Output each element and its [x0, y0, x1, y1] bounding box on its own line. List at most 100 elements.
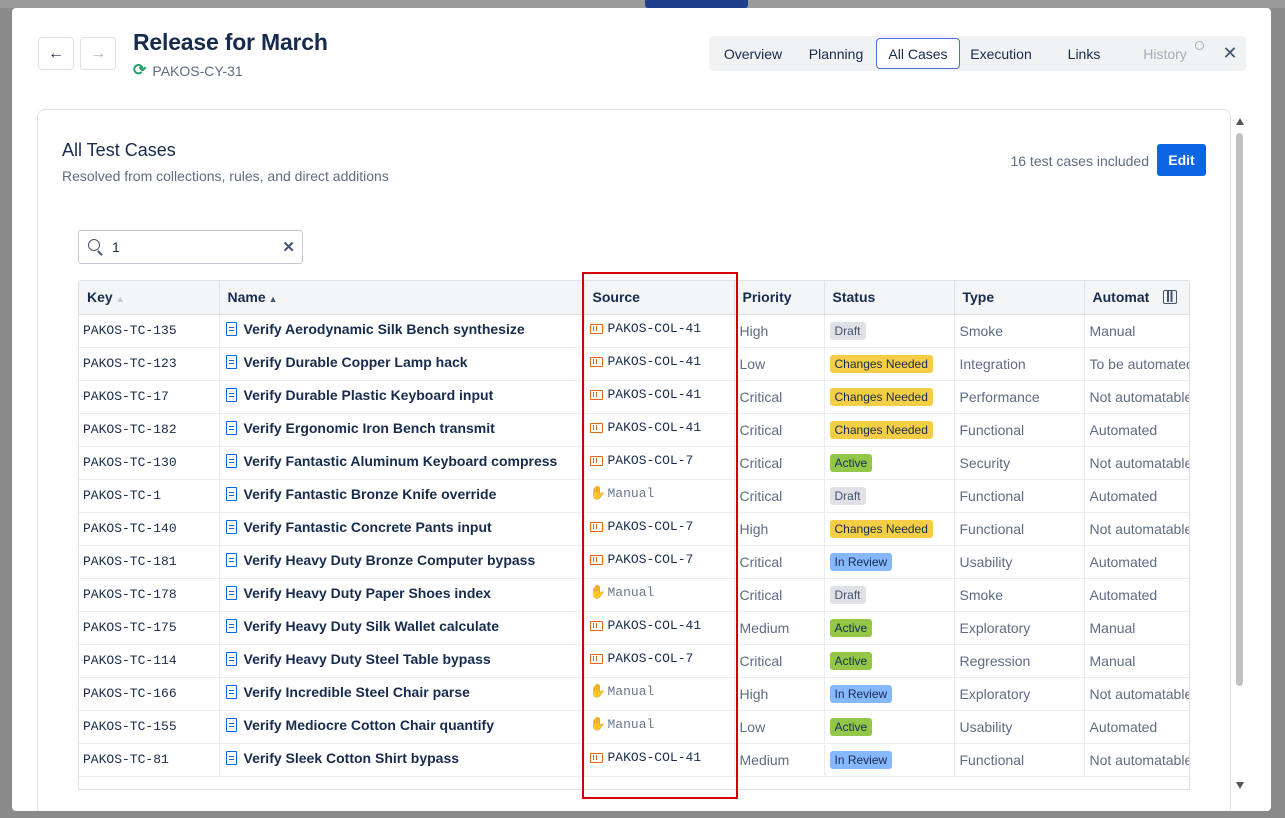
- source-text: PAKOS-COL-41: [607, 321, 702, 336]
- column-header-automation-label: Automat: [1092, 289, 1150, 306]
- column-header-automation[interactable]: Automat: [1084, 281, 1189, 315]
- forward-button[interactable]: →: [80, 37, 116, 70]
- cell-source[interactable]: PAKOS-COL-7: [584, 446, 735, 480]
- cell-source[interactable]: PAKOS-COL-7: [584, 545, 735, 579]
- cell-name[interactable]: Verify Heavy Duty Silk Wallet calculate: [219, 611, 585, 645]
- panel-title: All Test Cases: [62, 140, 176, 160]
- clear-icon[interactable]: ✕: [282, 238, 295, 256]
- column-header-name[interactable]: Name ▲: [219, 281, 585, 315]
- table-row[interactable]: PAKOS-TC-166 Verify Incredible Steel Chai…: [79, 677, 1189, 711]
- column-header-name-label: Name: [227, 289, 266, 306]
- tab-links[interactable]: Links: [1060, 38, 1108, 69]
- cell-source[interactable]: PAKOS-COL-7: [584, 644, 735, 678]
- cell-source[interactable]: ✋ Manual: [584, 710, 735, 744]
- cell-key[interactable]: PAKOS-TC-130: [79, 446, 220, 480]
- table-row[interactable]: PAKOS-TC-81 Verify Sleek Cotton Shirt byp…: [79, 743, 1189, 777]
- column-header-source[interactable]: Source: [584, 281, 735, 315]
- close-button[interactable]: ✕: [1217, 40, 1243, 66]
- scroll-down-icon[interactable]: [1236, 782, 1244, 789]
- cell-key[interactable]: PAKOS-TC-17: [79, 380, 220, 414]
- table-row[interactable]: PAKOS-TC-114 Verify Heavy Duty Steel Tabl…: [79, 644, 1189, 678]
- cell-source[interactable]: PAKOS-COL-7: [584, 512, 735, 546]
- cell-name[interactable]: Verify Durable Copper Lamp hack: [219, 347, 585, 381]
- table-row[interactable]: PAKOS-TC-181 Verify Heavy Duty Bronze Com…: [79, 545, 1189, 579]
- cell-key[interactable]: PAKOS-TC-166: [79, 677, 220, 711]
- table-row[interactable]: PAKOS-TC-17 Verify Durable Plastic Keyboa…: [79, 380, 1189, 414]
- cell-type: Smoke: [954, 314, 1085, 348]
- tab-overview[interactable]: Overview: [717, 38, 789, 69]
- cell-source[interactable]: PAKOS-COL-41: [584, 611, 735, 645]
- cell-key[interactable]: PAKOS-TC-181: [79, 545, 220, 579]
- cell-key[interactable]: PAKOS-TC-135: [79, 314, 220, 348]
- tab-all-cases[interactable]: All Cases: [876, 38, 960, 69]
- search-input[interactable]: [112, 239, 272, 255]
- cell-status: Active: [824, 446, 955, 480]
- tab-planning[interactable]: Planning: [801, 38, 871, 69]
- scroll-thumb[interactable]: [1236, 133, 1243, 686]
- column-header-type[interactable]: Type: [954, 281, 1085, 315]
- cell-key[interactable]: PAKOS-TC-178: [79, 578, 220, 612]
- cell-key[interactable]: PAKOS-TC-114: [79, 644, 220, 678]
- cell-name[interactable]: Verify Fantastic Aluminum Keyboard compr…: [219, 446, 585, 480]
- source-text: PAKOS-COL-41: [607, 387, 702, 402]
- column-header-status[interactable]: Status: [824, 281, 955, 315]
- page-title: Release for March: [133, 29, 328, 55]
- cell-source[interactable]: ✋ Manual: [584, 677, 735, 711]
- cell-status: Changes Needed: [824, 380, 955, 414]
- cell-source[interactable]: PAKOS-COL-41: [584, 314, 735, 348]
- cell-key[interactable]: PAKOS-TC-123: [79, 347, 220, 381]
- cell-priority: Medium: [734, 611, 825, 645]
- cell-priority: Critical: [734, 380, 825, 414]
- column-header-priority[interactable]: Priority: [734, 281, 825, 315]
- table-row[interactable]: PAKOS-TC-175 Verify Heavy Duty Silk Walle…: [79, 611, 1189, 645]
- edit-button[interactable]: Edit: [1157, 144, 1206, 176]
- cell-key[interactable]: PAKOS-TC-182: [79, 413, 220, 447]
- cell-name[interactable]: Verify Heavy Duty Paper Shoes index: [219, 578, 585, 612]
- cell-key[interactable]: PAKOS-TC-81: [79, 743, 220, 777]
- table-row[interactable]: PAKOS-TC-178 Verify Heavy Duty Paper Shoe…: [79, 578, 1189, 612]
- tab-execution[interactable]: Execution: [965, 38, 1037, 69]
- cell-source[interactable]: PAKOS-COL-41: [584, 347, 735, 381]
- cell-source[interactable]: ✋ Manual: [584, 578, 735, 612]
- cell-name[interactable]: Verify Sleek Cotton Shirt bypass: [219, 743, 585, 777]
- cell-name[interactable]: Verify Durable Plastic Keyboard input: [219, 380, 585, 414]
- table-row[interactable]: PAKOS-TC-155 Verify Mediocre Cotton Chair…: [79, 710, 1189, 744]
- scroll-up-icon[interactable]: [1236, 118, 1244, 125]
- cell-key[interactable]: PAKOS-TC-155: [79, 710, 220, 744]
- table-row[interactable]: PAKOS-TC-123 Verify Durable Copper Lamp h…: [79, 347, 1189, 381]
- cell-key[interactable]: PAKOS-TC-1: [79, 479, 220, 513]
- status-badge: Changes Needed: [829, 420, 933, 439]
- cell-key[interactable]: PAKOS-TC-175: [79, 611, 220, 645]
- cell-name[interactable]: Verify Aerodynamic Silk Bench synthesize: [219, 314, 585, 348]
- cell-status: Draft: [824, 314, 955, 348]
- cell-name[interactable]: Verify Ergonomic Iron Bench transmit: [219, 413, 585, 447]
- table-row[interactable]: PAKOS-TC-1 Verify Fantastic Bronze Knife …: [79, 479, 1189, 513]
- column-header-key[interactable]: Key ▲: [79, 281, 220, 315]
- cell-name[interactable]: Verify Mediocre Cotton Chair quantify: [219, 710, 585, 744]
- test-case-count: 16 test cases included: [1010, 153, 1149, 169]
- test-case-name: Verify Durable Copper Lamp hack: [243, 353, 468, 370]
- cell-source[interactable]: PAKOS-COL-41: [584, 413, 735, 447]
- cell-name[interactable]: Verify Incredible Steel Chair parse: [219, 677, 585, 711]
- cell-priority: Critical: [734, 578, 825, 612]
- table-row[interactable]: PAKOS-TC-140 Verify Fantastic Concrete Pa…: [79, 512, 1189, 546]
- cell-source[interactable]: ✋ Manual: [584, 479, 735, 513]
- table-row[interactable]: PAKOS-TC-130 Verify Fantastic Aluminum Ke…: [79, 446, 1189, 480]
- tab-bar: Overview Planning All Cases Execution Li…: [709, 36, 1246, 71]
- tab-history[interactable]: History: [1135, 38, 1195, 69]
- scrollbar[interactable]: [1234, 116, 1246, 796]
- table-row[interactable]: PAKOS-TC-182 Verify Ergonomic Iron Bench …: [79, 413, 1189, 447]
- cell-name[interactable]: Verify Fantastic Bronze Knife override: [219, 479, 585, 513]
- cell-name[interactable]: Verify Heavy Duty Bronze Computer bypass: [219, 545, 585, 579]
- cell-name[interactable]: Verify Fantastic Concrete Pants input: [219, 512, 585, 546]
- column-settings-icon[interactable]: [1163, 290, 1177, 304]
- cell-key[interactable]: PAKOS-TC-140: [79, 512, 220, 546]
- back-button[interactable]: ←: [38, 37, 74, 70]
- source-text: Manual: [607, 585, 655, 600]
- cell-source[interactable]: PAKOS-COL-41: [584, 380, 735, 414]
- cell-source[interactable]: PAKOS-COL-41: [584, 743, 735, 777]
- cell-name[interactable]: Verify Heavy Duty Steel Table bypass: [219, 644, 585, 678]
- collection-icon: [589, 752, 603, 763]
- status-badge: In Review: [829, 684, 893, 703]
- table-row[interactable]: PAKOS-TC-135 Verify Aerodynamic Silk Benc…: [79, 314, 1189, 348]
